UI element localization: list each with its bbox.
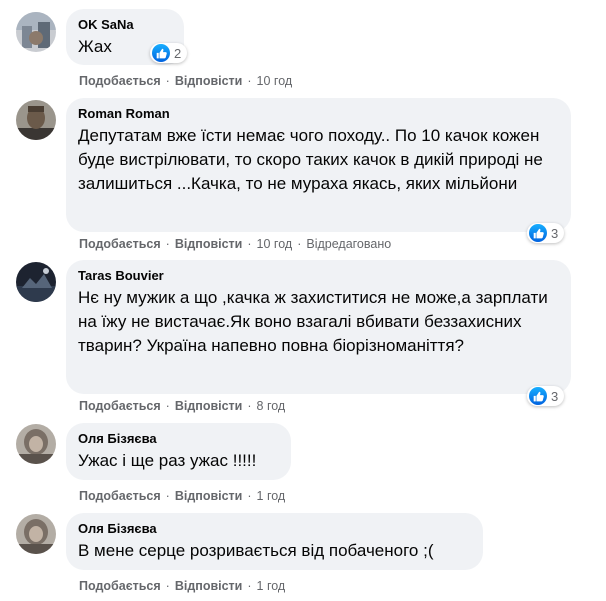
comment-bubble: Taras Bouvier Нє ну мужик а що ,качка ж … xyxy=(66,260,571,394)
like-thumbs-up-icon xyxy=(529,387,547,405)
comment-actions: Подобається · Відповісти · 8 год xyxy=(79,398,285,414)
avatar[interactable] xyxy=(16,12,56,52)
avatar[interactable] xyxy=(16,514,56,554)
reply-button[interactable]: Відповісти xyxy=(175,489,243,503)
comment-author[interactable]: Roman Roman xyxy=(78,106,559,122)
separator-dot: · xyxy=(165,74,170,88)
comment-author[interactable]: Оля Бізяєва xyxy=(78,431,279,447)
timestamp[interactable]: 1 год xyxy=(257,579,286,593)
comment-actions: Подобається · Відповісти · 10 год · Відредагов… xyxy=(79,236,391,252)
comment-text: Ужас і ще раз ужас !!!!! xyxy=(78,451,257,470)
like-button[interactable]: Подобається xyxy=(79,489,161,503)
reply-button[interactable]: Відповісти xyxy=(175,237,243,251)
comment-author[interactable]: OK SaNa xyxy=(78,17,172,33)
edited-label: Відредаговано xyxy=(306,237,392,251)
like-thumbs-up-icon xyxy=(152,44,170,62)
separator-dot: · xyxy=(247,399,252,413)
reaction-count[interactable]: 2 xyxy=(150,43,188,63)
reaction-count-value: 3 xyxy=(551,225,559,241)
like-button[interactable]: Подобається xyxy=(79,74,161,88)
avatar[interactable] xyxy=(16,262,56,302)
comment-text: Депутатам вже їсти немає чого походу.. П… xyxy=(78,126,543,193)
reply-button[interactable]: Відповісти xyxy=(175,579,243,593)
avatar[interactable] xyxy=(16,100,56,140)
comment-actions: Подобається · Відповісти · 1 год xyxy=(79,578,285,594)
reaction-count-value: 3 xyxy=(551,388,559,404)
avatar[interactable] xyxy=(16,424,56,464)
like-button[interactable]: Подобається xyxy=(79,399,161,413)
separator-dot: · xyxy=(247,237,252,251)
like-button[interactable]: Подобається xyxy=(79,579,161,593)
timestamp[interactable]: 8 год xyxy=(257,399,286,413)
separator-dot: · xyxy=(247,489,252,503)
comment-actions: Подобається · Відповісти · 10 год xyxy=(79,73,292,89)
reaction-count[interactable]: 3 xyxy=(527,223,565,243)
separator-dot: · xyxy=(247,579,252,593)
like-button[interactable]: Подобається xyxy=(79,237,161,251)
separator-dot: · xyxy=(165,237,170,251)
separator-dot: · xyxy=(165,579,170,593)
comment-text: В мене серце розривається від побаченого… xyxy=(78,541,434,560)
comment-author[interactable]: Taras Bouvier xyxy=(78,268,559,284)
comment-author[interactable]: Оля Бізяєва xyxy=(78,521,471,537)
reaction-count-value: 2 xyxy=(174,45,182,61)
timestamp[interactable]: 10 год xyxy=(257,237,293,251)
separator-dot: · xyxy=(247,74,252,88)
comment-bubble: Оля Бізяєва В мене серце розривається ві… xyxy=(66,513,483,570)
like-thumbs-up-icon xyxy=(529,224,547,242)
reaction-count[interactable]: 3 xyxy=(527,386,565,406)
comment-bubble: Roman Roman Депутатам вже їсти немає чог… xyxy=(66,98,571,232)
separator-dot: · xyxy=(165,399,170,413)
timestamp[interactable]: 1 год xyxy=(257,489,286,503)
reply-button[interactable]: Відповісти xyxy=(175,399,243,413)
separator-dot: · xyxy=(297,237,302,251)
reply-button[interactable]: Відповісти xyxy=(175,74,243,88)
comment-actions: Подобається · Відповісти · 1 год xyxy=(79,488,285,504)
timestamp[interactable]: 10 год xyxy=(257,74,293,88)
comment-bubble: Оля Бізяєва Ужас і ще раз ужас !!!!! xyxy=(66,423,291,480)
separator-dot: · xyxy=(165,489,170,503)
comment-text: Нє ну мужик а що ,качка ж захиститися не… xyxy=(78,288,548,355)
